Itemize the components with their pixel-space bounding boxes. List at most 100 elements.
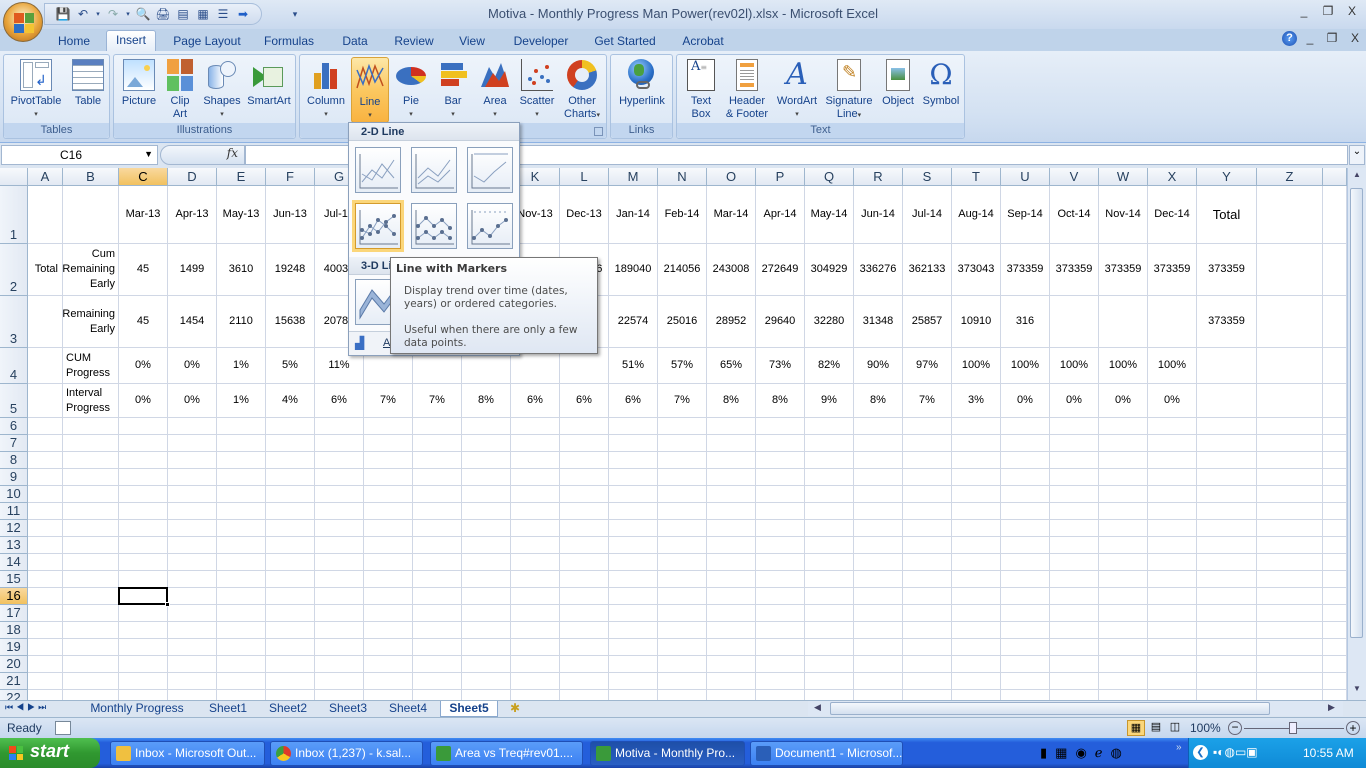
cell[interactable] bbox=[511, 622, 560, 639]
cell[interactable] bbox=[511, 520, 560, 537]
column-chart-button[interactable]: Column ▾ bbox=[302, 57, 350, 123]
cell[interactable] bbox=[1001, 690, 1050, 700]
cell[interactable] bbox=[315, 639, 364, 656]
cell[interactable] bbox=[462, 486, 511, 503]
cell[interactable] bbox=[1323, 605, 1347, 622]
cell-value[interactable]: 100% bbox=[1050, 348, 1099, 384]
cell[interactable] bbox=[168, 554, 217, 571]
cell[interactable] bbox=[217, 673, 266, 690]
cell[interactable] bbox=[364, 605, 413, 622]
cell[interactable] bbox=[266, 571, 315, 588]
cell-value[interactable]: 0% bbox=[1001, 384, 1050, 418]
cell[interactable] bbox=[413, 503, 462, 520]
cell[interactable] bbox=[658, 639, 707, 656]
cell-value[interactable]: 100% bbox=[1001, 348, 1050, 384]
cell[interactable] bbox=[952, 656, 1001, 673]
cell-value[interactable]: 6% bbox=[609, 384, 658, 418]
cell[interactable] bbox=[1197, 435, 1257, 452]
cell[interactable] bbox=[658, 503, 707, 520]
cell[interactable] bbox=[1257, 537, 1323, 554]
cell[interactable] bbox=[658, 418, 707, 435]
cell[interactable] bbox=[266, 520, 315, 537]
cell-value[interactable]: Apr-14 bbox=[756, 186, 805, 244]
close-button[interactable]: X bbox=[1340, 4, 1364, 18]
cell-value[interactable]: 73% bbox=[756, 348, 805, 384]
object-button[interactable]: Object bbox=[877, 57, 919, 123]
cell[interactable] bbox=[168, 656, 217, 673]
cell[interactable] bbox=[1001, 435, 1050, 452]
scroll-right-icon[interactable]: ▶ bbox=[1328, 702, 1335, 713]
undo-icon[interactable]: ↶ bbox=[75, 6, 91, 22]
cell[interactable] bbox=[28, 588, 63, 605]
cell[interactable] bbox=[119, 605, 168, 622]
cell-value[interactable]: Total bbox=[1197, 186, 1257, 244]
cell[interactable] bbox=[511, 469, 560, 486]
cell[interactable] bbox=[511, 588, 560, 605]
cell[interactable] bbox=[609, 571, 658, 588]
cell[interactable] bbox=[1099, 503, 1148, 520]
cell[interactable] bbox=[1323, 639, 1347, 656]
cell[interactable] bbox=[315, 435, 364, 452]
cell[interactable] bbox=[315, 503, 364, 520]
cell[interactable] bbox=[1257, 452, 1323, 469]
cell[interactable] bbox=[266, 622, 315, 639]
cell[interactable] bbox=[658, 537, 707, 554]
cell[interactable] bbox=[1148, 452, 1197, 469]
header-footer-button[interactable]: Header & Footer bbox=[723, 57, 771, 123]
arrow-icon[interactable]: ➡ bbox=[235, 6, 251, 22]
cell[interactable] bbox=[462, 639, 511, 656]
macro-record-icon[interactable] bbox=[55, 721, 71, 735]
cell[interactable] bbox=[119, 554, 168, 571]
cell-value[interactable]: 7% bbox=[413, 384, 462, 418]
cell[interactable] bbox=[63, 656, 119, 673]
sheet-nav-buttons[interactable]: ⏮◀▶⏭ bbox=[5, 702, 49, 713]
cell[interactable] bbox=[658, 554, 707, 571]
cell[interactable] bbox=[1001, 656, 1050, 673]
cell[interactable] bbox=[854, 639, 903, 656]
cell[interactable] bbox=[805, 520, 854, 537]
cell[interactable] bbox=[413, 435, 462, 452]
column-header-q[interactable]: Q bbox=[805, 168, 854, 186]
cell[interactable] bbox=[1001, 537, 1050, 554]
cell-value[interactable]: 336276 bbox=[854, 244, 903, 296]
cell[interactable] bbox=[266, 486, 315, 503]
cell[interactable] bbox=[413, 690, 462, 700]
cell[interactable] bbox=[609, 435, 658, 452]
cell[interactable] bbox=[28, 520, 63, 537]
cell[interactable] bbox=[364, 571, 413, 588]
symbol-button[interactable]: Ω Symbol bbox=[920, 57, 962, 123]
cell[interactable] bbox=[63, 186, 119, 244]
cell[interactable] bbox=[609, 639, 658, 656]
cell[interactable] bbox=[1050, 690, 1099, 700]
cell-value[interactable]: 10910 bbox=[952, 296, 1001, 348]
cell[interactable] bbox=[119, 537, 168, 554]
workbook-close-button[interactable]: X bbox=[1343, 31, 1366, 45]
cell[interactable] bbox=[511, 605, 560, 622]
cell[interactable] bbox=[1148, 605, 1197, 622]
cell[interactable] bbox=[1148, 571, 1197, 588]
cell-value[interactable]: 15638 bbox=[266, 296, 315, 348]
cell[interactable] bbox=[364, 588, 413, 605]
cell[interactable] bbox=[1323, 690, 1347, 700]
cell[interactable] bbox=[1099, 554, 1148, 571]
cell[interactable] bbox=[1001, 588, 1050, 605]
cell-value[interactable]: 32280 bbox=[805, 296, 854, 348]
cell[interactable] bbox=[1050, 452, 1099, 469]
scroll-down-icon[interactable]: ▼ bbox=[1350, 684, 1364, 698]
cell[interactable] bbox=[903, 554, 952, 571]
cell-value[interactable]: Nov-14 bbox=[1099, 186, 1148, 244]
pie-chart-button[interactable]: Pie ▾ bbox=[392, 57, 430, 123]
cell-value[interactable]: 373359 bbox=[1197, 296, 1257, 348]
cell[interactable] bbox=[413, 588, 462, 605]
cell-value[interactable]: 1% bbox=[217, 384, 266, 418]
row-header-20[interactable]: 20 bbox=[0, 656, 28, 673]
cell[interactable] bbox=[364, 639, 413, 656]
cell[interactable] bbox=[1050, 435, 1099, 452]
cell[interactable] bbox=[560, 486, 609, 503]
cell[interactable] bbox=[609, 690, 658, 700]
cell[interactable] bbox=[609, 673, 658, 690]
cell[interactable] bbox=[1148, 690, 1197, 700]
undo-dropdown-icon[interactable]: ▾ bbox=[95, 6, 101, 22]
cell[interactable] bbox=[266, 588, 315, 605]
cell[interactable] bbox=[952, 639, 1001, 656]
